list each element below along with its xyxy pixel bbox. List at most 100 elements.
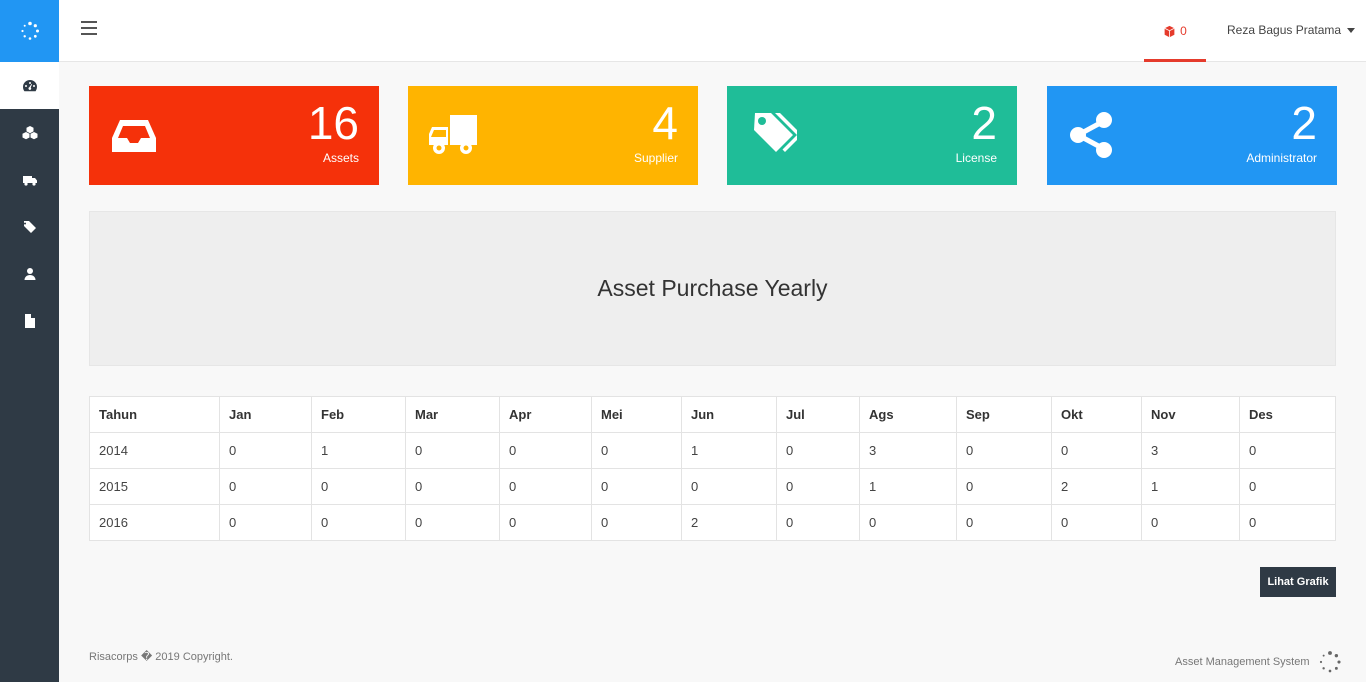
table-cell: 0 xyxy=(1051,504,1142,541)
stat-card-supplier[interactable]: 4 Supplier xyxy=(408,86,698,185)
stat-card-administrator[interactable]: 2 Administrator xyxy=(1047,86,1337,185)
panel-title: Asset Purchase Yearly xyxy=(597,275,828,301)
tags-icon xyxy=(22,220,36,233)
table-cell: 3 xyxy=(1141,432,1240,469)
user-icon xyxy=(24,267,35,280)
stat-label: Assets xyxy=(322,151,359,165)
truck-icon xyxy=(22,175,37,186)
stat-value: 2 xyxy=(971,97,997,149)
table-cell: 0 xyxy=(591,432,682,469)
stat-card-assets[interactable]: 16 Assets xyxy=(89,86,379,185)
table-cell: 0 xyxy=(219,468,312,505)
view-chart-button[interactable]: Lihat Grafik xyxy=(1260,567,1336,597)
stat-card-license[interactable]: 2 License xyxy=(727,86,1017,185)
stat-label: Supplier xyxy=(633,151,678,165)
table-cell: 1 xyxy=(311,432,406,469)
table-cell: 1 xyxy=(1141,468,1240,505)
table-header: Nov xyxy=(1141,396,1240,433)
table-cell: 0 xyxy=(405,468,500,505)
table-cell: 0 xyxy=(591,468,682,505)
user-menu[interactable]: Reza Bagus Pratama xyxy=(1227,23,1356,37)
table-cell: 1 xyxy=(859,468,957,505)
share-icon xyxy=(1070,112,1112,158)
table-row: 2016 0 0 0 0 0 2 0 0 0 0 0 0 xyxy=(89,504,1336,541)
sidebar-item-assets[interactable] xyxy=(0,109,59,156)
table-cell: 2016 xyxy=(89,504,220,541)
table-header: Apr xyxy=(499,396,592,433)
truck-icon xyxy=(429,115,477,154)
table-cell: 2014 xyxy=(89,432,220,469)
sidebar-item-user[interactable] xyxy=(0,250,59,297)
table-header: Jun xyxy=(681,396,777,433)
table-header: Okt xyxy=(1051,396,1142,433)
table-cell: 0 xyxy=(956,432,1052,469)
table-header: Ags xyxy=(859,396,957,433)
table-cell: 0 xyxy=(1051,432,1142,469)
table-cell: 0 xyxy=(776,432,860,469)
table-cell: 0 xyxy=(956,504,1052,541)
menu-toggle-icon[interactable] xyxy=(81,21,97,37)
table-cell: 0 xyxy=(405,504,500,541)
stat-label: Administrator xyxy=(1246,151,1317,165)
table-cell: 0 xyxy=(499,504,592,541)
footer-brand: Asset Management System xyxy=(1175,650,1342,674)
yearly-purchase-table: Tahun Jan Feb Mar Apr Mei Jun Jul Ags Se… xyxy=(89,396,1336,541)
table-header: Feb xyxy=(311,396,406,433)
spinner-logo-icon xyxy=(1319,651,1341,673)
spinner-logo-icon xyxy=(20,21,39,40)
table-row: 2014 0 1 0 0 0 1 0 3 0 0 3 0 xyxy=(89,432,1336,469)
dashboard-icon xyxy=(22,79,37,91)
table-header: Jan xyxy=(219,396,312,433)
cart-count: 0 xyxy=(1180,24,1187,38)
cube-icon xyxy=(1164,25,1175,37)
stat-label: License xyxy=(955,151,997,165)
sidebar-item-supplier[interactable] xyxy=(0,156,59,203)
table-cell: 0 xyxy=(859,504,957,541)
stat-value: 2 xyxy=(1291,97,1317,149)
table-cell: 0 xyxy=(776,468,860,505)
chart-panel: Asset Purchase Yearly xyxy=(89,211,1336,366)
table-cell: 0 xyxy=(1239,504,1336,541)
user-name: Reza Bagus Pratama xyxy=(1227,23,1342,37)
table-row: 2015 0 0 0 0 0 0 0 1 0 2 1 0 xyxy=(89,468,1336,505)
table-header: Jul xyxy=(776,396,860,433)
file-icon xyxy=(24,313,35,328)
caret-down-icon xyxy=(1347,27,1356,33)
table-cell: 0 xyxy=(1239,468,1336,505)
table-cell: 0 xyxy=(499,432,592,469)
table-cell: 0 xyxy=(776,504,860,541)
app-logo[interactable] xyxy=(0,0,59,62)
table-cell: 0 xyxy=(499,468,592,505)
table-header: Mar xyxy=(405,396,500,433)
table-header: Sep xyxy=(956,396,1052,433)
cart-notification[interactable]: 0 xyxy=(1144,0,1206,62)
table-cell: 2 xyxy=(1051,468,1142,505)
tags-icon xyxy=(754,113,797,152)
table-cell: 0 xyxy=(405,432,500,469)
topbar: 0 Reza Bagus Pratama xyxy=(59,0,1366,62)
table-header: Mei xyxy=(591,396,682,433)
table-cell: 0 xyxy=(219,504,312,541)
cubes-icon xyxy=(22,125,37,139)
table-header: Des xyxy=(1239,396,1336,433)
table-cell: 0 xyxy=(956,468,1052,505)
stat-value: 16 xyxy=(307,97,359,149)
table-cell: 0 xyxy=(681,468,777,505)
sidebar-item-dashboard[interactable] xyxy=(0,62,59,109)
table-cell: 0 xyxy=(311,468,406,505)
footer-copyright: Risacorps � 2019 Copyright. xyxy=(89,651,233,663)
table-header: Tahun xyxy=(89,396,220,433)
table-cell: 0 xyxy=(311,504,406,541)
table-header-row: Tahun Jan Feb Mar Apr Mei Jun Jul Ags Se… xyxy=(89,396,1336,433)
footer-app-name: Asset Management System xyxy=(1175,656,1310,668)
table-cell: 2 xyxy=(681,504,777,541)
table-cell: 0 xyxy=(219,432,312,469)
inbox-icon xyxy=(112,120,156,152)
sidebar-item-license[interactable] xyxy=(0,203,59,250)
sidebar-item-report[interactable] xyxy=(0,297,59,344)
table-cell: 1 xyxy=(681,432,777,469)
table-cell: 0 xyxy=(591,504,682,541)
table-cell: 3 xyxy=(859,432,957,469)
sidebar xyxy=(0,0,59,682)
table-cell: 0 xyxy=(1141,504,1240,541)
